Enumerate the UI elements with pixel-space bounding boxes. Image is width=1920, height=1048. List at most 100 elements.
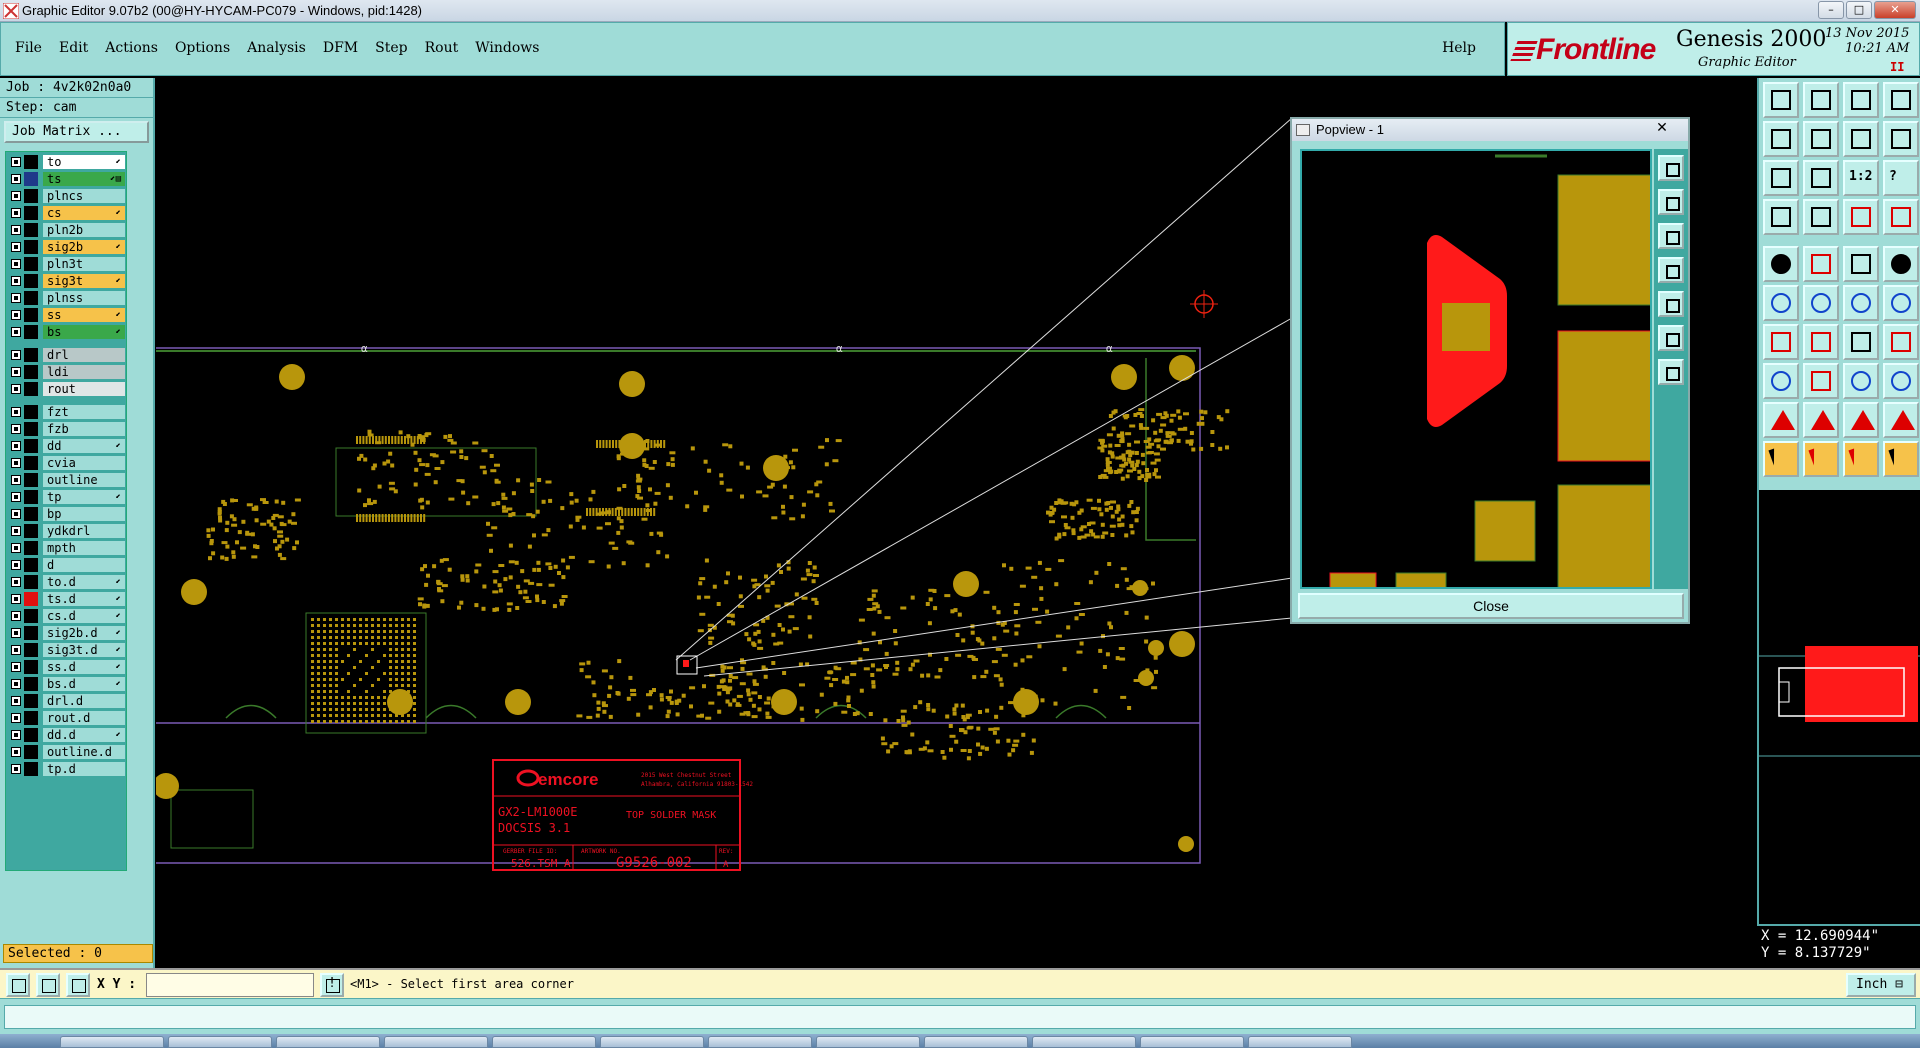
popview-tool-7[interactable] <box>1658 359 1684 385</box>
tri-4-tool-button[interactable] <box>1883 402 1919 438</box>
import-tool-button[interactable] <box>1763 121 1799 157</box>
measure-red-tool-button[interactable] <box>1803 246 1839 282</box>
trim-tool-button[interactable] <box>1803 363 1839 399</box>
export-tool-button[interactable] <box>1803 121 1839 157</box>
layer-name[interactable]: tp.d <box>43 762 125 776</box>
arc-tool-button[interactable] <box>1843 324 1879 360</box>
split-tool-button[interactable] <box>1883 121 1919 157</box>
layer-checkbox[interactable] <box>11 157 21 167</box>
layer-row[interactable]: drl.d <box>9 694 125 708</box>
xy-input[interactable] <box>146 973 314 997</box>
pad-add-tool-button[interactable] <box>1763 363 1799 399</box>
layer-name[interactable]: ts.d ⬋ <box>43 592 125 606</box>
draw-tool-button[interactable] <box>1763 199 1799 235</box>
layer-checkbox[interactable] <box>11 526 21 536</box>
connect-tool-button[interactable] <box>1843 285 1879 321</box>
popview-tool-2[interactable] <box>1658 189 1684 215</box>
popview-close-button[interactable]: Close <box>1298 593 1684 619</box>
layer-row[interactable]: sig3t.d ⬋ <box>9 643 125 657</box>
taskbar-item[interactable] <box>1248 1036 1352 1048</box>
layer-name[interactable]: to ⬋ <box>43 155 125 169</box>
arc-red-tool-button[interactable] <box>1883 324 1919 360</box>
menu-options[interactable]: Options <box>175 40 230 56</box>
layer-row[interactable]: mpth <box>9 541 125 555</box>
layer-color-swatch[interactable] <box>24 473 38 487</box>
layer-color-swatch[interactable] <box>24 677 38 691</box>
units-selector[interactable]: Inch ⊟ <box>1846 973 1916 997</box>
fill-tool-button[interactable] <box>1883 246 1919 282</box>
layer-color-swatch[interactable] <box>24 745 38 759</box>
layer-checkbox[interactable] <box>11 594 21 604</box>
layer-color-swatch[interactable] <box>24 507 38 521</box>
net-tool-button[interactable] <box>1763 285 1799 321</box>
layer-color-swatch[interactable] <box>24 365 38 379</box>
layer-name[interactable]: rout <box>43 382 125 396</box>
layer-row[interactable]: ldi <box>9 365 125 379</box>
snapshot-tool-button[interactable] <box>1763 246 1799 282</box>
layer-name[interactable]: bp <box>43 507 125 521</box>
layer-row[interactable]: dd.d ⬋ <box>9 728 125 742</box>
layer-color-swatch[interactable] <box>24 382 38 396</box>
layer-checkbox[interactable] <box>11 730 21 740</box>
layer-row[interactable]: ydkdrl <box>9 524 125 538</box>
layer-name[interactable]: ss.d ⬋ <box>43 660 125 674</box>
layer-row[interactable]: to ⬋ <box>9 155 125 169</box>
select-red-tool-button[interactable] <box>1803 441 1839 477</box>
fit-tool-button[interactable] <box>1763 160 1799 196</box>
layer-color-swatch[interactable] <box>24 762 38 776</box>
menu-dfm[interactable]: DFM <box>323 40 358 56</box>
measure-button[interactable] <box>36 973 60 997</box>
layer-row[interactable]: bs.d ⬋ <box>9 677 125 691</box>
layer-color-swatch[interactable] <box>24 456 38 470</box>
layer-color-swatch[interactable] <box>24 206 38 220</box>
layer-row[interactable]: ss ⬋ <box>9 308 125 322</box>
line-red-tool-button[interactable] <box>1803 324 1839 360</box>
popview-titlebar[interactable]: Popview - 1 ✕ <box>1292 119 1688 141</box>
flip-tool-button[interactable] <box>1883 363 1919 399</box>
tri-2-tool-button[interactable] <box>1803 402 1839 438</box>
job-matrix-button[interactable]: Job Matrix ... <box>4 121 149 143</box>
layer-color-swatch[interactable] <box>24 422 38 436</box>
layer-row[interactable]: d <box>9 558 125 572</box>
snap-button[interactable] <box>6 973 30 997</box>
grid-button[interactable] <box>66 973 90 997</box>
layer-checkbox[interactable] <box>11 310 21 320</box>
layer-name[interactable]: mpth <box>43 541 125 555</box>
layer-row[interactable]: pln3t <box>9 257 125 271</box>
layer-name[interactable]: bs.d ⬋ <box>43 677 125 691</box>
layer-name[interactable]: cvia <box>43 456 125 470</box>
layer-color-swatch[interactable] <box>24 257 38 271</box>
layer-checkbox[interactable] <box>11 327 21 337</box>
layer-row[interactable]: plncs <box>9 189 125 203</box>
layer-name[interactable]: plncs <box>43 189 125 203</box>
grid-tool-button[interactable] <box>1803 199 1839 235</box>
link-tool-button[interactable] <box>1883 285 1919 321</box>
layer-row[interactable]: outline <box>9 473 125 487</box>
layer-row[interactable]: to.d ⬋ <box>9 575 125 589</box>
layer-checkbox[interactable] <box>11 492 21 502</box>
layer-checkbox[interactable] <box>11 424 21 434</box>
menu-step[interactable]: Step <box>375 40 407 56</box>
close-window-button[interactable]: ✕ <box>1874 1 1916 19</box>
layer-name[interactable]: outline <box>43 473 125 487</box>
layer-checkbox[interactable] <box>11 225 21 235</box>
layer-name[interactable]: dd ⬋ <box>43 439 125 453</box>
layer-color-swatch[interactable] <box>24 439 38 453</box>
layer-color-swatch[interactable] <box>24 308 38 322</box>
layer-row[interactable]: bp <box>9 507 125 521</box>
rotate-tool-button[interactable] <box>1843 363 1879 399</box>
line-tool-button[interactable] <box>1763 324 1799 360</box>
menu-edit[interactable]: Edit <box>59 40 88 56</box>
popview-canvas[interactable] <box>1300 149 1652 589</box>
copy-tool-button[interactable] <box>1843 121 1879 157</box>
layer-checkbox[interactable] <box>11 475 21 485</box>
layer-checkbox[interactable] <box>11 350 21 360</box>
layer-row[interactable]: ss.d ⬋ <box>9 660 125 674</box>
layer-color-swatch[interactable] <box>24 172 38 186</box>
minimize-button[interactable]: – <box>1818 1 1844 19</box>
pan-tool-button[interactable] <box>1803 160 1839 196</box>
layer-checkbox[interactable] <box>11 458 21 468</box>
layer-checkbox[interactable] <box>11 276 21 286</box>
popview-tool-3[interactable] <box>1658 223 1684 249</box>
layer-checkbox[interactable] <box>11 208 21 218</box>
